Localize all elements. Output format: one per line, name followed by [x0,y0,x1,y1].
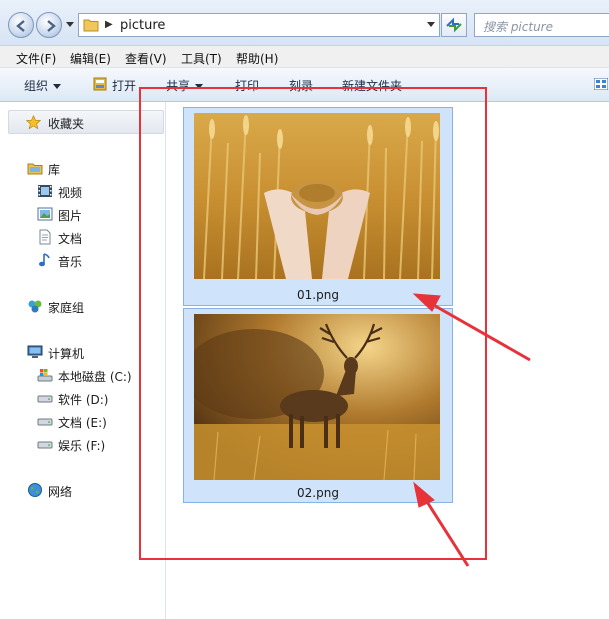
documents-label: 文档 [58,232,83,246]
new-folder-button[interactable]: 新建文件夹 [342,77,402,94]
homegroup-icon [28,300,42,313]
menu-help[interactable]: 帮助(H) [236,50,278,67]
network-globe-icon [28,483,42,497]
address-path[interactable]: picture [120,18,165,33]
refresh-icon [446,17,462,33]
forward-arrow-icon [47,20,56,32]
videos-label: 视频 [58,186,83,200]
navigation-pane: 收藏夹 库 视频 图片 文档 音乐 家庭组 计算机 本地磁盘 (C:) 软件 (… [0,102,166,619]
star-icon [26,115,41,130]
menu-view[interactable]: 查看(V) [125,50,167,67]
menu-file[interactable]: 文件(F) [16,50,56,67]
computer-icon [27,345,43,358]
wheat-photo-thumbnail [194,113,440,279]
address-bar-region: ▶ picture 搜索 picture [0,0,609,46]
hard-drive-icon [37,395,53,403]
folder-icon [83,19,99,32]
network-label: 网络 [48,485,73,499]
organize-button[interactable]: 组织 [24,77,62,94]
video-icon [38,185,52,197]
music-note-icon [39,253,50,267]
music-label: 音乐 [58,255,83,269]
back-button[interactable] [8,12,34,38]
file-list-view: 01.png 02.png [167,102,609,619]
drive-f-label: 娱乐 (F:) [58,439,106,453]
pictures-label: 图片 [58,209,83,223]
change-view-icon[interactable] [594,78,608,90]
file-name[interactable]: 01.png [184,288,452,302]
drive-d-label: 软件 (D:) [58,393,109,407]
refresh-button[interactable] [441,13,467,37]
search-placeholder: 搜索 picture [483,20,553,34]
command-toolbar: 组织 打开 共享 打印 刻录 新建文件夹 [0,68,609,102]
organize-label: 组织 [24,79,49,93]
open-button[interactable]: 打开 [112,77,136,94]
burn-button[interactable]: 刻录 [289,77,313,94]
share-label: 共享 [166,79,191,93]
recent-pages-dropdown-icon[interactable] [66,20,74,28]
homegroup-label: 家庭组 [48,301,85,315]
drive-c-label: 本地磁盘 (C:) [58,370,132,384]
menu-tools[interactable]: 工具(T) [181,50,222,67]
print-button[interactable]: 打印 [235,77,259,94]
address-history-dropdown-icon[interactable] [427,22,435,27]
open-with-icon[interactable] [93,77,107,91]
library-label: 库 [48,163,61,177]
back-arrow-icon [16,20,25,32]
search-input[interactable]: 搜索 picture [474,13,609,37]
pictures-icon [37,207,53,221]
organize-caret-icon [53,84,62,89]
share-caret-icon [195,84,204,89]
breadcrumb-chevron-icon[interactable]: ▶ [105,19,113,30]
favorites-header[interactable]: 收藏夹 [8,110,164,134]
forward-button[interactable] [36,12,62,38]
document-icon [39,229,51,245]
computer-label: 计算机 [48,347,85,361]
favorites-label: 收藏夹 [48,117,85,131]
address-box[interactable]: ▶ picture [78,13,440,37]
hard-drive-icon [37,418,53,426]
menu-edit[interactable]: 编辑(E) [70,50,111,67]
share-button[interactable]: 共享 [166,77,204,94]
hard-drive-icon [37,441,53,449]
file-name[interactable]: 02.png [184,486,452,500]
deer-photo-thumbnail [194,314,440,480]
file-tile[interactable]: 02.png [183,308,453,503]
drive-e-label: 文档 (E:) [58,416,107,430]
menu-bar: 文件(F) 编辑(E) 查看(V) 工具(T) 帮助(H) [0,46,609,68]
library-icon [27,163,43,175]
file-tile[interactable]: 01.png [183,107,453,306]
system-drive-icon [37,369,53,382]
